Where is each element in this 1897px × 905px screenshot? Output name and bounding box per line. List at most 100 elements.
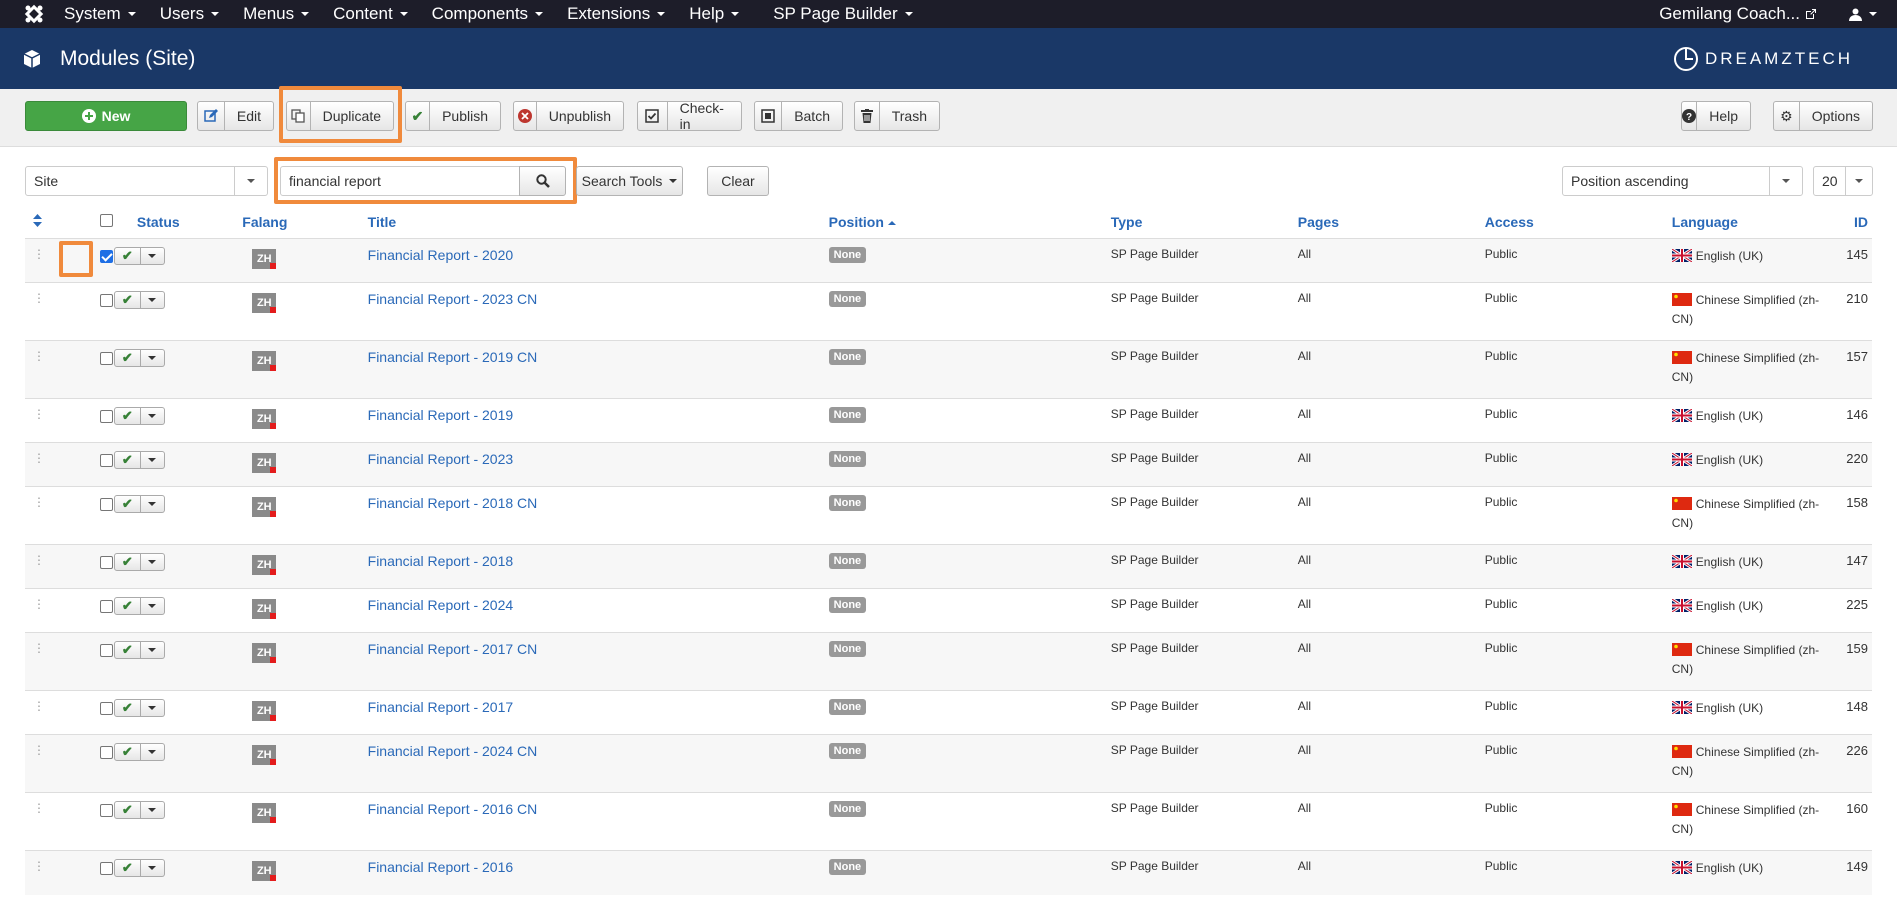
publish-button[interactable]: ✔ Publish [405,101,501,131]
user-menu[interactable] [1831,8,1897,21]
module-title-link[interactable]: Financial Report - 2017 [368,699,514,715]
published-toggle[interactable]: ✔ [113,247,141,265]
published-toggle[interactable]: ✔ [113,699,141,717]
joomla-logo-icon[interactable] [16,0,52,28]
select-all-checkbox[interactable] [100,214,114,227]
falang-zh-badge[interactable]: ZH [252,453,277,473]
menu-system[interactable]: System [52,0,148,28]
drag-handle[interactable]: ⋮ [25,486,56,545]
status-dropdown-toggle[interactable] [140,743,165,761]
site-link[interactable]: Gemilang Coach... [1645,4,1831,24]
status-dropdown-toggle[interactable] [140,247,165,265]
drag-handle[interactable]: ⋮ [25,734,56,793]
drag-handle[interactable]: ⋮ [25,690,56,735]
drag-handle[interactable]: ⋮ [25,792,56,851]
sort-select[interactable]: Position ascending [1562,166,1803,196]
position-header[interactable]: Position [828,206,1111,239]
menu-components[interactable]: Components [420,0,555,28]
status-dropdown-toggle[interactable] [140,597,165,615]
drag-handle[interactable]: ⋮ [25,340,56,399]
falang-zh-badge[interactable]: ZH [252,701,277,721]
menu-help[interactable]: Help [677,0,751,28]
status-dropdown-toggle[interactable] [140,801,165,819]
options-button[interactable]: ⚙ Options [1773,101,1873,131]
menu-users[interactable]: Users [148,0,231,28]
falang-zh-badge[interactable]: ZH [252,555,277,575]
falang-zh-badge[interactable]: ZH [252,249,277,269]
falang-zh-badge[interactable]: ZH [252,643,277,663]
drag-handle[interactable]: ⋮ [25,442,56,487]
published-toggle[interactable]: ✔ [113,743,141,761]
pages-header[interactable]: Pages [1297,206,1485,239]
falang-zh-badge[interactable]: ZH [252,497,277,517]
falang-zh-badge[interactable]: ZH [252,409,277,429]
status-dropdown-toggle[interactable] [140,407,165,425]
module-title-link[interactable]: Financial Report - 2023 CN [368,291,538,307]
access-header[interactable]: Access [1484,206,1672,239]
row-checkbox[interactable] [100,250,114,263]
published-toggle[interactable]: ✔ [113,801,141,819]
published-toggle[interactable]: ✔ [113,859,141,877]
menu-extensions[interactable]: Extensions [555,0,677,28]
falang-zh-badge[interactable]: ZH [252,293,277,313]
language-header[interactable]: Language [1671,206,1834,239]
status-dropdown-toggle[interactable] [140,553,165,571]
module-title-link[interactable]: Financial Report - 2019 CN [368,349,538,365]
module-title-link[interactable]: Financial Report - 2024 [368,597,514,613]
drag-handle[interactable]: ⋮ [25,282,56,341]
title-header[interactable]: Title [363,206,829,239]
status-dropdown-toggle[interactable] [140,349,165,367]
status-dropdown-toggle[interactable] [140,641,165,659]
client-select[interactable]: Site [25,166,268,196]
edit-button[interactable]: Edit [197,101,274,131]
drag-handle[interactable]: ⋮ [25,544,56,589]
status-dropdown-toggle[interactable] [140,495,165,513]
clear-button[interactable]: Clear [707,166,769,196]
drag-handle[interactable]: ⋮ [25,238,56,283]
new-button[interactable]: New [25,101,187,131]
drag-handle[interactable]: ⋮ [25,398,56,443]
published-toggle[interactable]: ✔ [113,407,141,425]
menu-sp-page-builder[interactable]: SP Page Builder [761,0,924,28]
menu-menus[interactable]: Menus [231,0,321,28]
published-toggle[interactable]: ✔ [113,349,141,367]
module-title-link[interactable]: Financial Report - 2020 [368,247,514,263]
falang-zh-badge[interactable]: ZH [252,599,277,619]
module-title-link[interactable]: Financial Report - 2023 [368,451,514,467]
drag-handle[interactable]: ⋮ [25,850,56,895]
module-title-link[interactable]: Financial Report - 2016 [368,859,514,875]
batch-button[interactable]: Batch [754,101,843,131]
status-dropdown-toggle[interactable] [140,699,165,717]
menu-content[interactable]: Content [321,0,420,28]
published-toggle[interactable]: ✔ [113,495,141,513]
module-title-link[interactable]: Financial Report - 2017 CN [368,641,538,657]
module-title-link[interactable]: Financial Report - 2024 CN [368,743,538,759]
published-toggle[interactable]: ✔ [113,291,141,309]
falang-zh-badge[interactable]: ZH [252,861,277,881]
help-button[interactable]: ? Help [1681,101,1751,131]
status-dropdown-toggle[interactable] [140,859,165,877]
published-toggle[interactable]: ✔ [113,451,141,469]
id-header[interactable]: ID [1833,206,1872,239]
search-tools-button[interactable]: Search Tools [576,166,683,196]
published-toggle[interactable]: ✔ [113,553,141,571]
drag-handle[interactable]: ⋮ [25,588,56,633]
published-toggle[interactable]: ✔ [113,597,141,615]
module-title-link[interactable]: Financial Report - 2018 [368,553,514,569]
checkin-button[interactable]: Check-in [637,100,742,132]
status-dropdown-toggle[interactable] [140,451,165,469]
ordering-header[interactable] [25,206,56,239]
unpublish-button[interactable]: Unpublish [513,101,624,131]
status-dropdown-toggle[interactable] [140,291,165,309]
type-header[interactable]: Type [1110,206,1298,239]
published-toggle[interactable]: ✔ [113,641,141,659]
drag-handle[interactable]: ⋮ [25,632,56,691]
module-title-link[interactable]: Financial Report - 2019 [368,407,514,423]
falang-zh-badge[interactable]: ZH [252,745,277,765]
module-title-link[interactable]: Financial Report - 2016 CN [368,801,538,817]
trash-button[interactable]: Trash [854,101,940,131]
limit-select[interactable]: 20 [1813,166,1873,196]
module-title-link[interactable]: Financial Report - 2018 CN [368,495,538,511]
status-header[interactable]: Status [105,206,239,239]
falang-zh-badge[interactable]: ZH [252,351,277,371]
